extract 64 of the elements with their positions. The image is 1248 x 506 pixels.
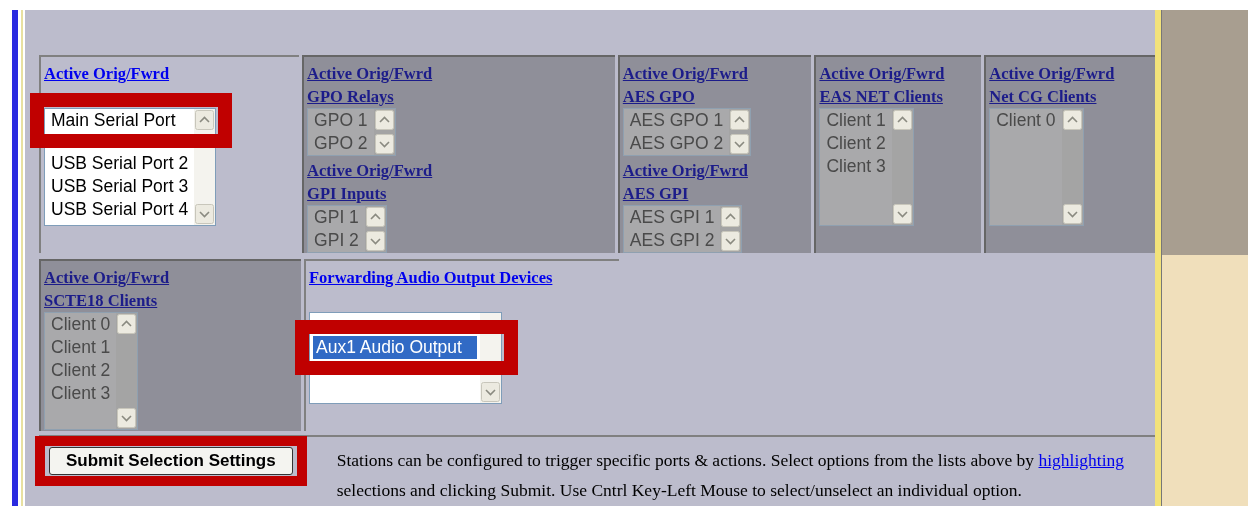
heading-link[interactable]: EAS NET Clients	[819, 85, 943, 108]
list-box[interactable]: AES GPO 1 AES GPO 2	[622, 108, 752, 156]
scroll-down-icon[interactable]	[481, 382, 500, 402]
list-box[interactable]: Client 0 Client 1 Client 2 Client 3	[44, 312, 139, 430]
heading-link[interactable]: SCTE18 Clients	[44, 289, 158, 312]
list-option[interactable]: USB Serial Port 4	[48, 198, 192, 221]
heading-link[interactable]: Active Orig/Fwrd	[307, 62, 433, 85]
list-option[interactable]: Client 0	[993, 109, 1059, 132]
heading-link[interactable]: Active Orig/Fwrd	[989, 62, 1115, 85]
list-box[interactable]: AES GPI 1 AES GPI 2	[622, 205, 743, 253]
scroll-up-icon[interactable]	[892, 110, 912, 130]
heading-link[interactable]: Active Orig/Fwrd	[819, 62, 945, 85]
scroll-up-icon[interactable]	[195, 110, 215, 130]
list-box[interactable]: Client 0	[989, 108, 1084, 226]
scroll-up-icon[interactable]	[1062, 110, 1082, 130]
list-option[interactable]: GPI 2	[311, 229, 362, 252]
list-option[interactable]: AES GPO 1	[626, 109, 727, 132]
list-option[interactable]: Client 3	[48, 382, 114, 405]
scroll-down-icon[interactable]	[1062, 204, 1082, 224]
list-option[interactable]: Client 1	[48, 336, 114, 359]
scroll-down-icon[interactable]	[374, 134, 394, 154]
instructions-text: Stations can be configured to trigger specific ports & actions. Select options from the lists above by highlighting selections and clicking Submit. Use Cntrl Key-Left Mouse to select/unselect an individual option.	[336, 449, 1126, 502]
heading-link[interactable]: AES GPI	[622, 182, 689, 205]
scroll-down-icon[interactable]	[195, 204, 215, 224]
heading-link[interactable]: Forwarding Audio Output Devices	[309, 266, 553, 289]
list-option[interactable]: GPO 2	[311, 132, 371, 155]
heading-link[interactable]: Active Orig/Fwrd	[44, 62, 170, 85]
list-box[interactable]: Client 1 Client 2 Client 3	[819, 108, 914, 226]
scroll-down-icon[interactable]	[730, 134, 750, 154]
heading-link[interactable]: Active Orig/Fwrd	[44, 266, 170, 289]
scroll-down-icon[interactable]	[117, 408, 137, 428]
list-option[interactable]: AES GPO 2	[626, 132, 727, 155]
heading-link[interactable]: Net CG Clients	[989, 85, 1097, 108]
list-option[interactable]: Aux1 Audio Output	[313, 336, 477, 359]
heading-link[interactable]: AES GPO	[622, 85, 695, 108]
scroll-up-icon[interactable]	[374, 110, 394, 130]
list-option[interactable]: Client 2	[823, 132, 889, 155]
scroll-down-icon[interactable]	[892, 204, 912, 224]
heading-link[interactable]: Active Orig/Fwrd	[622, 159, 748, 182]
list-box[interactable]: GPI 1 GPI 2	[307, 205, 387, 253]
highlighting-link[interactable]: highlighting	[1038, 450, 1125, 470]
scroll-up-icon[interactable]	[721, 207, 741, 227]
heading-link[interactable]: Active Orig/Fwrd	[622, 62, 748, 85]
submit-button[interactable]: Submit Selection Settings	[49, 447, 293, 475]
scroll-up-icon[interactable]	[365, 207, 385, 227]
heading-link[interactable]: Active Orig/Fwrd	[307, 159, 433, 182]
heading-link[interactable]: GPI Inputs	[307, 182, 387, 205]
list-option[interactable]: Client 0	[48, 313, 114, 336]
scroll-up-icon[interactable]	[730, 110, 750, 130]
list-option[interactable]: Client 2	[48, 359, 114, 382]
list-option[interactable]: Client 3	[823, 155, 889, 178]
list-box[interactable]: GPO 1 GPO 2	[307, 108, 396, 156]
list-option[interactable]: USB Serial Port 2	[48, 152, 192, 175]
heading-link[interactable]: GPO Relays	[307, 85, 394, 108]
list-option[interactable]: Client 1	[823, 109, 889, 132]
list-option[interactable]: GPO 1	[311, 109, 371, 132]
list-option[interactable]: GPI 1	[311, 206, 362, 229]
scroll-down-icon[interactable]	[365, 231, 385, 251]
list-option[interactable]: USB Serial Port 3	[48, 175, 192, 198]
list-option[interactable]: AES GPI 1	[626, 206, 718, 229]
scroll-up-icon[interactable]	[117, 314, 137, 334]
scroll-down-icon[interactable]	[721, 231, 741, 251]
list-option[interactable]: Main Serial Port	[48, 109, 192, 132]
list-option[interactable]: AES GPI 2	[626, 229, 718, 252]
